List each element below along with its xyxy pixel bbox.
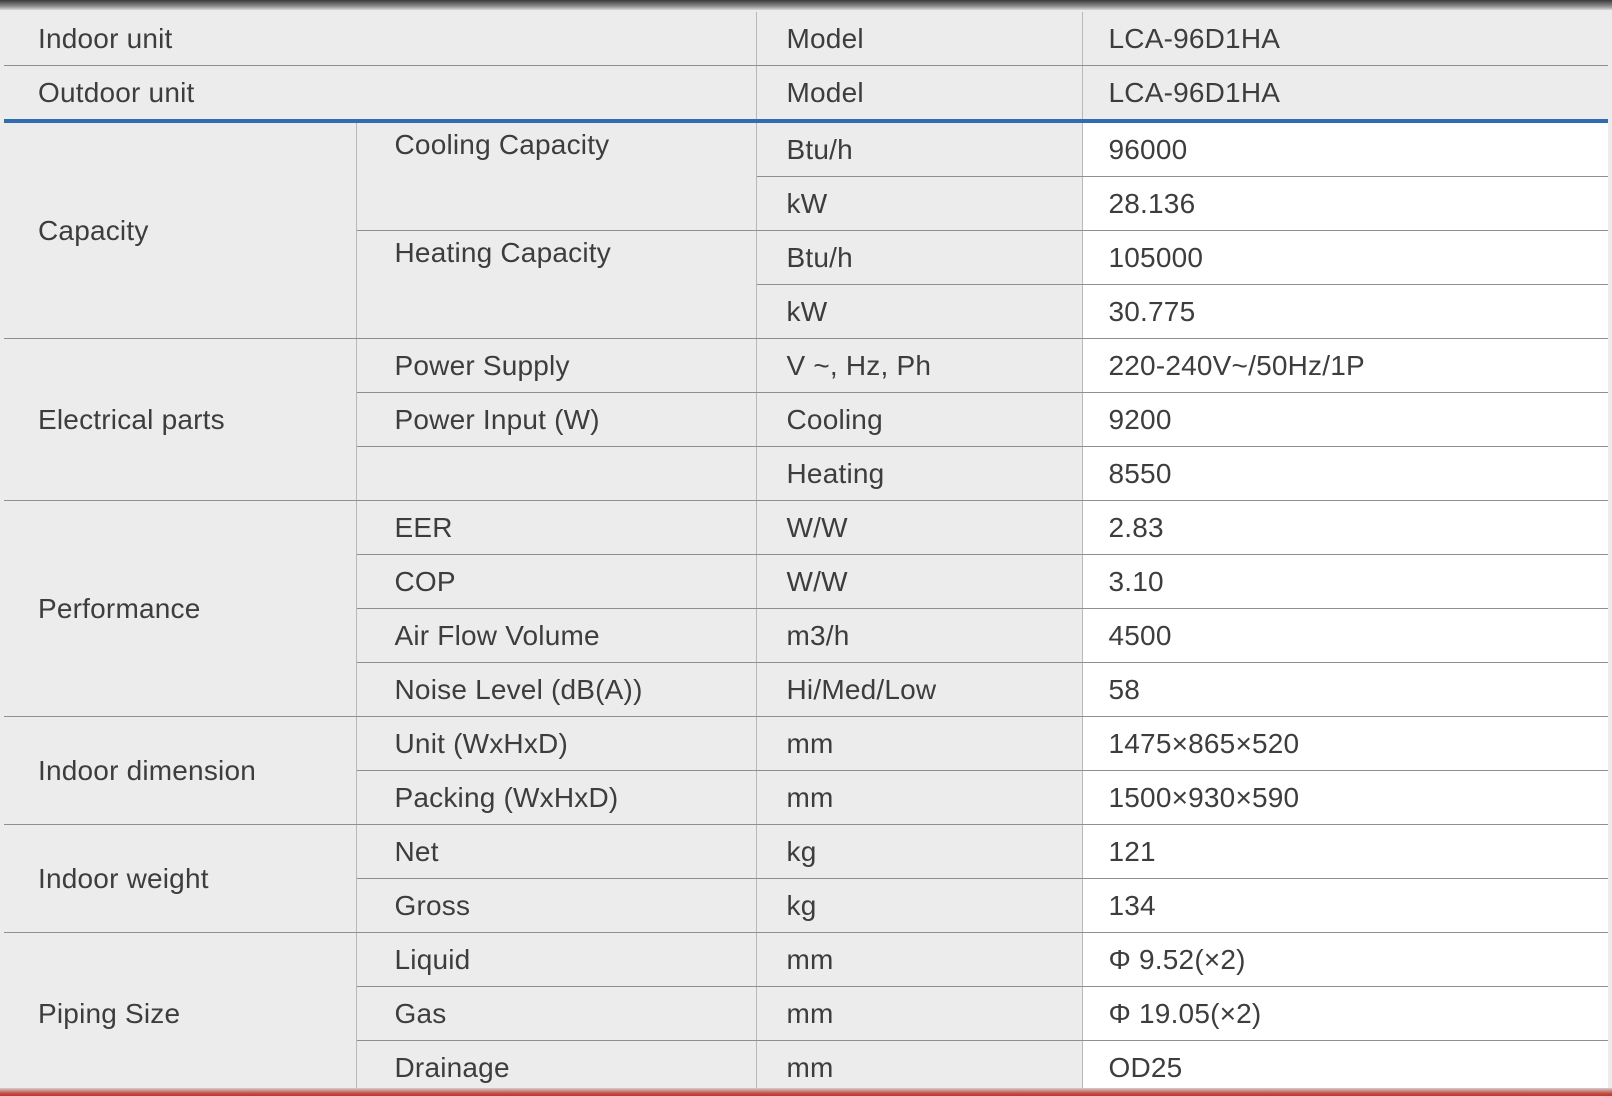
value-cell: 1475×865×520 [1082,716,1608,771]
unit-label: kg [756,824,1083,879]
item-label: Heating Capacity [356,230,757,339]
table-row: Electrical parts Power Supply V ~, Hz, Ph 2… [4,338,1608,501]
unit-label: W/W [756,554,1083,609]
header-row: Outdoor unit Model LCA-96D1HA [4,65,1608,123]
unit-label: kW [756,284,1083,339]
value-cell: Φ 9.52(×2) [1082,932,1608,987]
table-row: Capacity Cooling Capacity Btu/h 96000 [4,121,1608,339]
header-field: Model [756,65,1083,123]
section-label: Electrical parts [4,338,357,501]
value-cell: 28.136 [1082,176,1608,231]
value-cell: 8550 [1082,446,1608,501]
item-label: Packing (WxHxD) [356,770,757,825]
unit-label: mm [756,716,1083,771]
unit-label: Btu/h [756,230,1083,285]
section-label: Indoor weight [4,824,357,933]
value-cell: 2.83 [1082,500,1608,555]
unit-label: Hi/Med/Low [756,662,1083,717]
item-label: Drainage [356,1040,757,1095]
value-cell: OD25 [1082,1040,1608,1095]
header-value: LCA-96D1HA [1082,65,1608,123]
value-cell: 30.775 [1082,284,1608,339]
value-cell: 105000 [1082,230,1608,285]
unit-label: Btu/h [756,121,1083,177]
item-label [356,446,757,501]
top-edge [0,0,1612,10]
value-cell: 220-240V~/50Hz/1P [1082,338,1608,393]
value-cell: 96000 [1082,121,1608,177]
unit-label: mm [756,1040,1083,1095]
unit-label: V ~, Hz, Ph [756,338,1083,393]
item-label: Net [356,824,757,879]
unit-label: kg [756,878,1083,933]
section-label: Piping Size [4,932,357,1095]
value-cell: 3.10 [1082,554,1608,609]
bottom-edge [0,1088,1612,1096]
table-row: Piping Size Liquid mm Φ 9.52(×2) [4,932,1608,1095]
table-row: Indoor dimension Unit (WxHxD) mm 1475×865×5… [4,716,1608,825]
item-label: Air Flow Volume [356,608,757,663]
section-label: Performance [4,500,357,717]
item-label: Power Input (W) [356,392,757,447]
item-label: EER [356,500,757,555]
table-row: Performance EER W/W 2.83 [4,500,1608,717]
unit-label: mm [756,770,1083,825]
spec-table: Indoor unit Model LCA-96D1HA Outdoor uni… [4,12,1608,1095]
section-label: Capacity [4,121,357,339]
value-cell: 58 [1082,662,1608,717]
item-label: Noise Level (dB(A)) [356,662,757,717]
unit-label: Heating [756,446,1083,501]
header-label: Indoor unit [4,12,757,66]
header-label: Outdoor unit [4,65,757,123]
header-row: Indoor unit Model LCA-96D1HA [4,12,1608,66]
value-cell: 4500 [1082,608,1608,663]
item-label: Gas [356,986,757,1041]
unit-label: mm [756,932,1083,987]
item-label: Power Supply [356,338,757,393]
value-cell: 121 [1082,824,1608,879]
item-label: Cooling Capacity [356,121,757,231]
header-value: LCA-96D1HA [1082,12,1608,66]
section-label: Indoor dimension [4,716,357,825]
header-field: Model [756,12,1083,66]
value-cell: 1500×930×590 [1082,770,1608,825]
item-label: COP [356,554,757,609]
item-label: Liquid [356,932,757,987]
value-cell: 134 [1082,878,1608,933]
item-label: Gross [356,878,757,933]
item-label: Unit (WxHxD) [356,716,757,771]
spec-sheet: Indoor unit Model LCA-96D1HA Outdoor uni… [0,0,1612,1096]
unit-label: kW [756,176,1083,231]
unit-label: mm [756,986,1083,1041]
value-cell: 9200 [1082,392,1608,447]
unit-label: Cooling [756,392,1083,447]
table-row: Indoor weight Net kg 121 [4,824,1608,933]
unit-label: W/W [756,500,1083,555]
unit-label: m3/h [756,608,1083,663]
value-cell: Φ 19.05(×2) [1082,986,1608,1041]
